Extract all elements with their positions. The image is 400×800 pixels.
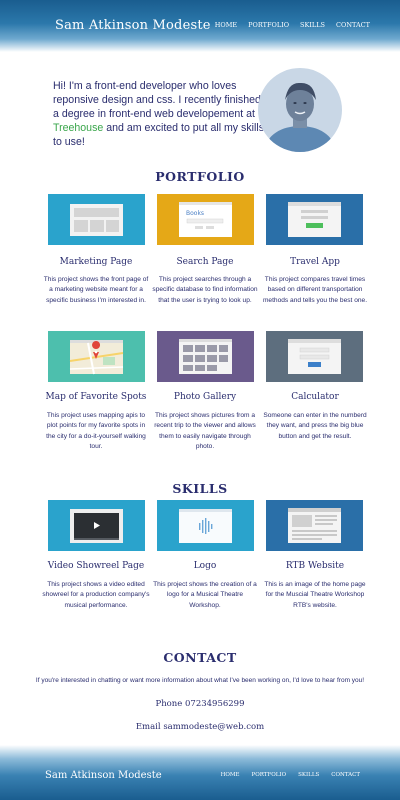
portfolio-heading: PORTFOLIO [155,169,245,184]
video-showreel-title[interactable]: Video Showreel Page [41,561,151,571]
footer-brand[interactable]: Sam Atkinson Modeste [45,770,162,781]
books-logo-text: Books [186,210,204,217]
contact-email[interactable]: Email sammodeste@web.com [0,722,400,732]
search-page-title[interactable]: Search Page [150,257,260,267]
search-page-thumbnail[interactable]: Books [157,194,254,245]
site-brand[interactable]: Sam Atkinson Modeste [55,18,211,33]
treehouse-link[interactable]: Treehouse [53,122,103,134]
travel-app-description: This project compares travel times based… [262,276,368,304]
contact-message: If you're interested in chatting or want… [35,677,365,684]
rtb-website-description: This is an image of the home page for th… [264,581,366,609]
calculator-thumbnail-icon [288,339,341,374]
travel-app-title[interactable]: Travel App [260,257,370,267]
site-header: Sam Atkinson Modeste HOME PORTFOLIO SKIL… [0,0,400,52]
photo-gallery-thumbnail[interactable] [157,331,254,382]
app-form-thumbnail-icon [288,202,341,237]
profile-photo [258,68,342,152]
logo-description: This project shows the creation of a log… [153,581,257,609]
nav-skills-link[interactable]: SKILLS [300,21,325,29]
map-thumbnail[interactable] [48,331,145,382]
footer-home-link[interactable]: HOME [221,772,240,778]
logo-thumbnail-icon [179,509,232,543]
map-description: This project uses mapping apis to plot p… [46,412,146,451]
calculator-thumbnail[interactable] [266,331,363,382]
contact-phone[interactable]: Phone 07234956299 [0,699,400,709]
rtb-website-title[interactable]: RTB Website [260,561,370,571]
calculator-title[interactable]: Calculator [260,392,370,402]
video-player-thumbnail-icon [70,509,123,543]
map-pin-thumbnail-icon [69,340,124,375]
main-nav: HOME PORTFOLIO SKILLS CONTACT [215,21,370,29]
nav-home-link[interactable]: HOME [215,21,237,29]
photo-gallery-thumbnail-icon [179,339,232,374]
footer-contact-link[interactable]: CONTACT [331,772,360,778]
footer-nav: HOME PORTFOLIO SKILLS CONTACT [221,772,360,778]
logo-thumbnail[interactable] [157,500,254,551]
nav-contact-link[interactable]: CONTACT [336,21,370,29]
nav-portfolio-link[interactable]: PORTFOLIO [248,21,289,29]
video-showreel-thumbnail[interactable] [48,500,145,551]
video-showreel-description: This project shows a video edited showre… [42,581,150,609]
marketing-page-description: This project shows the front page of a m… [43,276,149,304]
contact-heading: CONTACT [163,650,237,665]
webpage-thumbnail-icon [70,204,123,236]
photo-gallery-title[interactable]: Photo Gallery [150,392,260,402]
marketing-page-thumbnail[interactable] [48,194,145,245]
travel-app-thumbnail[interactable] [266,194,363,245]
search-page-thumbnail-icon: Books [179,202,232,237]
intro-text: Hi! I'm a front-end developer who loves … [53,79,268,149]
calculator-description: Someone can enter in the numberd they wa… [263,412,367,440]
footer-portfolio-link[interactable]: PORTFOLIO [252,772,287,778]
footer-skills-link[interactable]: SKILLS [298,772,319,778]
intro-text-before: Hi! I'm a front-end developer who loves … [53,80,261,120]
photo-gallery-description: This project shows pictures from a recen… [154,412,256,451]
skills-heading: SKILLS [172,481,228,496]
marketing-page-title[interactable]: Marketing Page [41,257,151,267]
logo-title[interactable]: Logo [150,561,260,571]
search-page-description: This project searches through a specific… [152,276,258,304]
site-footer: Sam Atkinson Modeste HOME PORTFOLIO SKIL… [0,745,400,800]
map-title[interactable]: Map of Favorite Spots [41,392,151,402]
website-thumbnail-icon [288,508,341,543]
rtb-website-thumbnail[interactable] [266,500,363,551]
